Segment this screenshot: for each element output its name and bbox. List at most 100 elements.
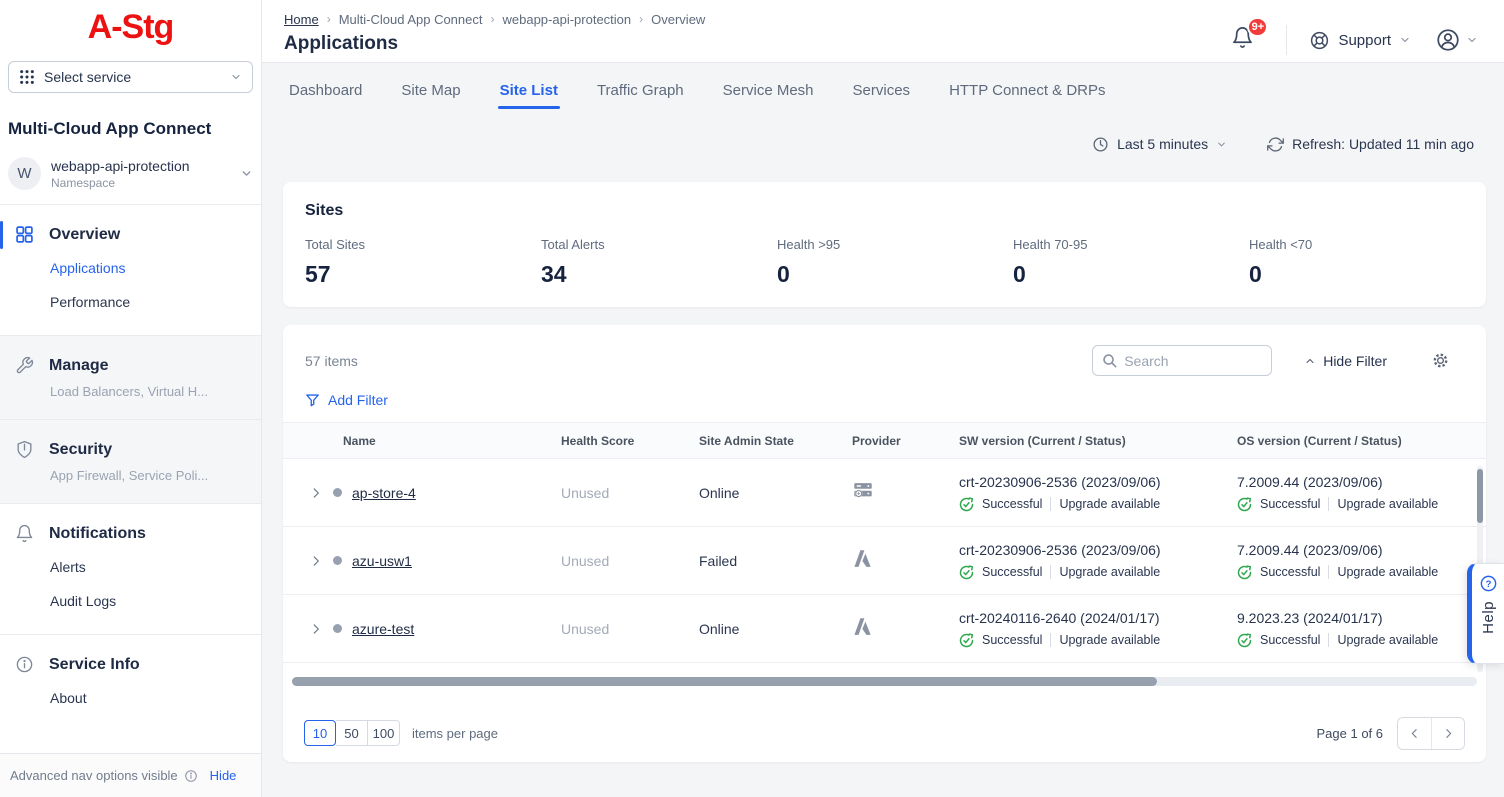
sidebar-item-notifications[interactable]: Notifications [0, 518, 261, 550]
sidebar-item-about[interactable]: About [0, 681, 261, 715]
nav-section-service-info: Service Info About [0, 634, 261, 731]
help-icon: ? [1479, 574, 1498, 593]
tab-service-mesh[interactable]: Service Mesh [721, 76, 816, 109]
page-nav-group [1397, 717, 1465, 750]
os-upgrade-label: Upgrade available [1337, 565, 1438, 579]
success-icon [959, 497, 974, 512]
breadcrumb-separator: › [327, 12, 331, 26]
app-root: A-Stg Select service Multi-Cloud App Con… [0, 0, 1504, 797]
os-upgrade-label: Upgrade available [1337, 497, 1438, 511]
os-version-value: 9.2023.23 (2024/01/17) [1237, 610, 1476, 626]
refresh-icon [1267, 136, 1284, 153]
info-icon [15, 655, 35, 675]
horizontal-scrollbar [292, 677, 1477, 686]
hide-advanced-nav-link[interactable]: Hide [210, 768, 237, 783]
vertical-scrollbar-thumb[interactable] [1477, 469, 1483, 523]
breadcrumb-home[interactable]: Home [284, 12, 319, 27]
sw-status-label: Successful [982, 633, 1042, 647]
success-icon [1237, 565, 1252, 580]
previous-page-button[interactable] [1398, 718, 1431, 749]
tab-site-map[interactable]: Site Map [399, 76, 462, 109]
page-size-10[interactable]: 10 [304, 720, 336, 746]
expand-row-button[interactable] [309, 622, 323, 636]
tab-services[interactable]: Services [851, 76, 913, 109]
sidebar-item-overview[interactable]: Overview [0, 219, 261, 251]
table-row: ap-store-4 Unused Online crt-20230906-25… [283, 459, 1486, 527]
time-range-dropdown[interactable]: Last 5 minutes [1092, 136, 1227, 153]
sidebar: A-Stg Select service Multi-Cloud App Con… [0, 0, 262, 797]
os-status-label: Successful [1260, 633, 1320, 647]
success-icon [1237, 497, 1252, 512]
table-settings-button[interactable] [1431, 351, 1450, 370]
funnel-icon [305, 393, 320, 408]
hide-filter-button[interactable]: Hide Filter [1304, 353, 1387, 369]
column-header-site-admin-state[interactable]: Site Admin State [699, 434, 852, 448]
search-input[interactable] [1124, 353, 1254, 369]
azure-icon [852, 548, 873, 569]
tab-traffic-graph[interactable]: Traffic Graph [595, 76, 686, 109]
next-page-button[interactable] [1431, 718, 1464, 749]
sidebar-item-security[interactable]: Security [0, 434, 261, 466]
sidebar-item-manage[interactable]: Manage [0, 350, 261, 382]
success-icon [959, 633, 974, 648]
tab-dashboard[interactable]: Dashboard [287, 76, 364, 109]
horizontal-scrollbar-thumb[interactable] [292, 677, 1157, 686]
page-size-50[interactable]: 50 [336, 720, 368, 746]
support-menu[interactable]: Support [1309, 30, 1435, 51]
divider [1328, 633, 1329, 647]
sidebar-item-performance[interactable]: Performance [0, 285, 261, 319]
sidebar-item-label: Overview [49, 226, 120, 244]
nav-section-security: Security App Firewall, Service Poli... [0, 420, 261, 504]
sidebar-item-label: Manage [49, 357, 109, 375]
column-header-health-score[interactable]: Health Score [561, 434, 699, 448]
notifications-button[interactable]: 9+ [1221, 22, 1264, 58]
account-menu[interactable] [1435, 27, 1478, 53]
sw-upgrade-label: Upgrade available [1059, 565, 1160, 579]
clock-icon [1092, 136, 1109, 153]
refresh-button[interactable]: Refresh: Updated 11 min ago [1267, 136, 1474, 153]
nav-section-notifications: Notifications Alerts Audit Logs [0, 504, 261, 634]
breadcrumb-service[interactable]: Multi-Cloud App Connect [339, 12, 483, 27]
tab-site-list[interactable]: Site List [498, 76, 560, 109]
divider [1050, 565, 1051, 579]
sidebar-item-service-info[interactable]: Service Info [0, 649, 261, 681]
chevron-down-icon [240, 167, 253, 180]
breadcrumb-overview[interactable]: Overview [651, 12, 705, 27]
select-service-dropdown[interactable]: Select service [8, 61, 253, 93]
active-indicator [0, 221, 3, 249]
site-name-link[interactable]: ap-store-4 [352, 485, 416, 501]
breadcrumb-separator: › [639, 12, 643, 26]
support-icon [1309, 30, 1330, 51]
sidebar-item-subtitle: App Firewall, Service Poli... [0, 466, 261, 487]
success-icon [1237, 633, 1252, 648]
sidebar-item-applications[interactable]: Applications [0, 251, 261, 285]
namespace-type-label: Namespace [51, 176, 230, 190]
sidebar-item-audit-logs[interactable]: Audit Logs [0, 584, 261, 618]
column-header-os-version[interactable]: OS version (Current / Status) [1237, 434, 1486, 448]
divider [1050, 497, 1051, 511]
success-icon [959, 565, 974, 580]
site-name-link[interactable]: azu-usw1 [352, 553, 412, 569]
add-filter-button[interactable]: Add Filter [283, 376, 410, 422]
refresh-status-label: Refresh: Updated 11 min ago [1292, 136, 1474, 152]
sidebar-item-alerts[interactable]: Alerts [0, 550, 261, 584]
nav-section-overview: Overview Applications Performance [0, 205, 261, 335]
time-controls: Last 5 minutes Refresh: Updated 11 min a… [283, 123, 1486, 165]
os-status-label: Successful [1260, 565, 1320, 579]
expand-row-button[interactable] [309, 486, 323, 500]
page-size-100[interactable]: 100 [368, 720, 400, 746]
breadcrumb-namespace[interactable]: webapp-api-protection [503, 12, 632, 27]
expand-row-button[interactable] [309, 554, 323, 568]
breadcrumb-separator: › [491, 12, 495, 26]
site-name-link[interactable]: azure-test [352, 621, 414, 637]
tab-http-connect-drps[interactable]: HTTP Connect & DRPs [947, 76, 1107, 109]
table-header-row: Name Health Score Site Admin State Provi… [283, 422, 1486, 459]
namespace-selector[interactable]: W webapp-api-protection Namespace [0, 145, 261, 204]
column-header-provider[interactable]: Provider [852, 434, 959, 448]
divider [1328, 565, 1329, 579]
hide-filter-label: Hide Filter [1323, 353, 1387, 369]
column-header-sw-version[interactable]: SW version (Current / Status) [959, 434, 1237, 448]
column-header-name[interactable]: Name [283, 434, 561, 448]
app-launcher-icon [19, 69, 35, 85]
help-tab[interactable]: ? Help [1467, 563, 1504, 664]
